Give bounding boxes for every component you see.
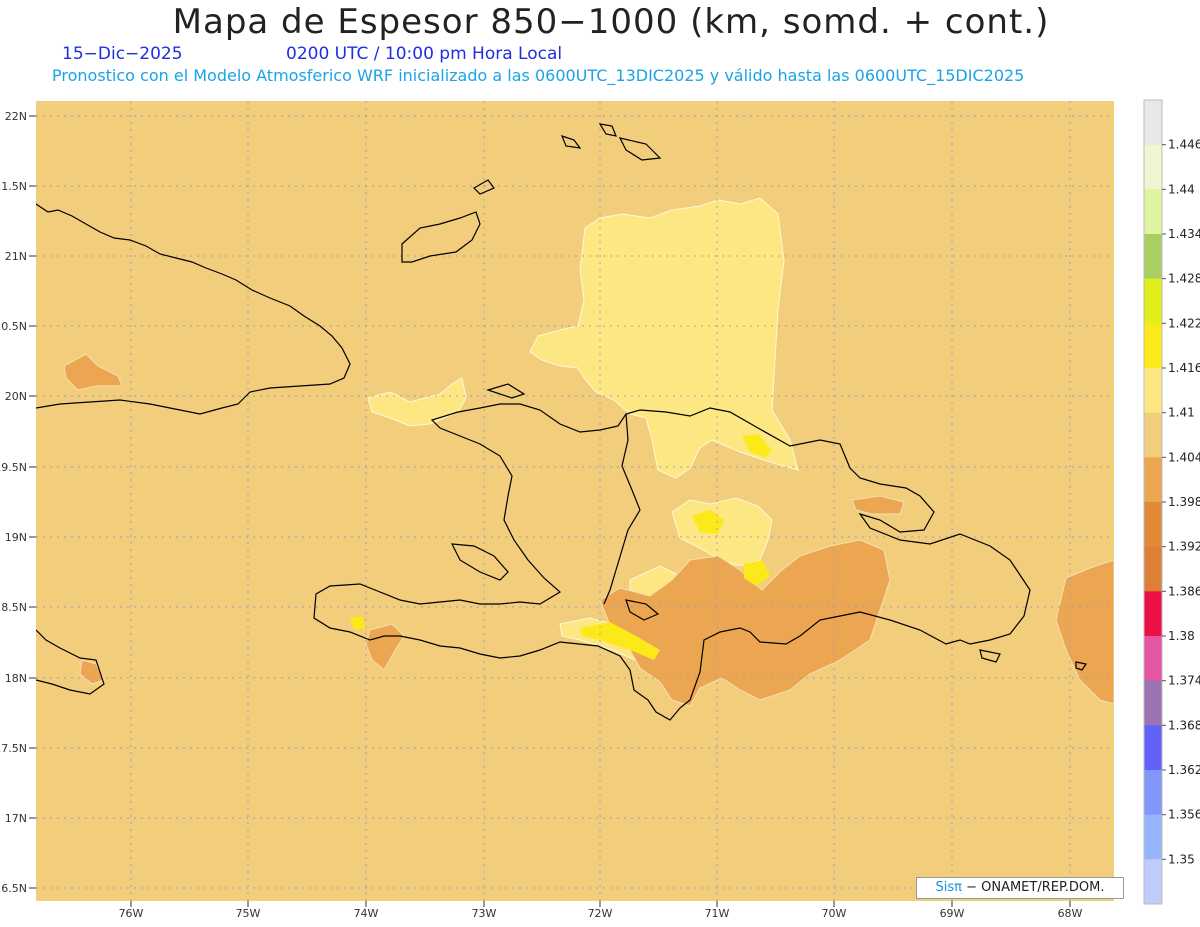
legend-swatch [1144, 457, 1162, 503]
lat-label: 18.5N [0, 601, 27, 614]
legend-swatch [1144, 144, 1162, 190]
legend-swatch [1144, 546, 1162, 592]
legend-label: 1.374 [1168, 674, 1200, 688]
legend-label: 1.356 [1168, 808, 1200, 822]
lat-label: 21N [5, 250, 27, 263]
lon-label: 70W [822, 907, 847, 920]
lat-label: 19.5N [0, 461, 27, 474]
latitude-axis: 22N 21.5N 21N 20.5N 20N 19.5N 19N 18.5N … [0, 110, 27, 895]
lon-label: 71W [705, 907, 730, 920]
legend-swatch [1144, 502, 1162, 548]
longitude-axis: 76W 75W 74W 73W 72W 71W 70W 69W 68W [119, 907, 1083, 920]
lat-label: 19N [5, 531, 27, 544]
legend-label: 1.398 [1168, 495, 1200, 509]
legend-label: 1.38 [1168, 629, 1195, 643]
lon-label: 68W [1058, 907, 1083, 920]
legend-label: 1.386 [1168, 584, 1200, 598]
legend-swatch [1144, 636, 1162, 682]
color-legend: 1.446 1.44 1.434 1.428 1.422 1.416 1.41 1.404 1.… [1143, 99, 1200, 905]
legend-label: 1.44 [1168, 182, 1195, 196]
credit-brand: Sisπ [935, 880, 962, 895]
thickness-map: 22N 21.5N 21N 20.5N 20N 19.5N 19N 18.5N … [0, 99, 1200, 920]
legend-swatch [1144, 100, 1162, 146]
legend-label: 1.416 [1168, 361, 1200, 375]
lat-label: 18N [5, 672, 27, 685]
legend-label: 1.428 [1168, 272, 1200, 286]
lon-ticks [130, 901, 1071, 907]
lat-label: 16.5N [0, 882, 27, 895]
lat-label: 17N [5, 812, 27, 825]
legend-swatch [1144, 591, 1162, 637]
legend-swatch [1144, 234, 1162, 280]
legend-swatch [1144, 859, 1162, 905]
lat-label: 17.5N [0, 742, 27, 755]
lat-label: 21.5N [0, 180, 27, 193]
legend-swatch [1144, 368, 1162, 414]
legend-swatch [1144, 814, 1162, 860]
legend-swatch [1144, 680, 1162, 726]
legend-label: 1.41 [1168, 406, 1195, 420]
lat-label: 22N [5, 110, 27, 123]
lon-label: 69W [940, 907, 965, 920]
lon-label: 73W [472, 907, 497, 920]
legend-swatch [1144, 189, 1162, 235]
legend-label: 1.362 [1168, 763, 1200, 777]
credit-box: Sisπ − ONAMET/REP.DOM. [916, 877, 1124, 899]
lon-label: 74W [354, 907, 379, 920]
legend-swatch [1144, 278, 1162, 324]
legend-swatch [1144, 770, 1162, 816]
legend-label: 1.434 [1168, 227, 1200, 241]
lon-label: 72W [588, 907, 613, 920]
legend-label: 1.446 [1168, 138, 1200, 152]
legend-swatch [1144, 412, 1162, 458]
credit-text: − ONAMET/REP.DOM. [961, 880, 1105, 895]
legend-label: 1.392 [1168, 540, 1200, 554]
legend-label: 1.404 [1168, 450, 1200, 464]
lon-label: 75W [236, 907, 261, 920]
legend-swatch [1144, 725, 1162, 771]
legend-swatch [1144, 323, 1162, 369]
lon-label: 76W [119, 907, 144, 920]
legend-label: 1.368 [1168, 718, 1200, 732]
legend-label: 1.422 [1168, 316, 1200, 330]
lat-label: 20.5N [0, 320, 27, 333]
legend-label: 1.35 [1168, 852, 1195, 866]
lat-label: 20N [5, 390, 27, 403]
lat-ticks [29, 115, 36, 889]
